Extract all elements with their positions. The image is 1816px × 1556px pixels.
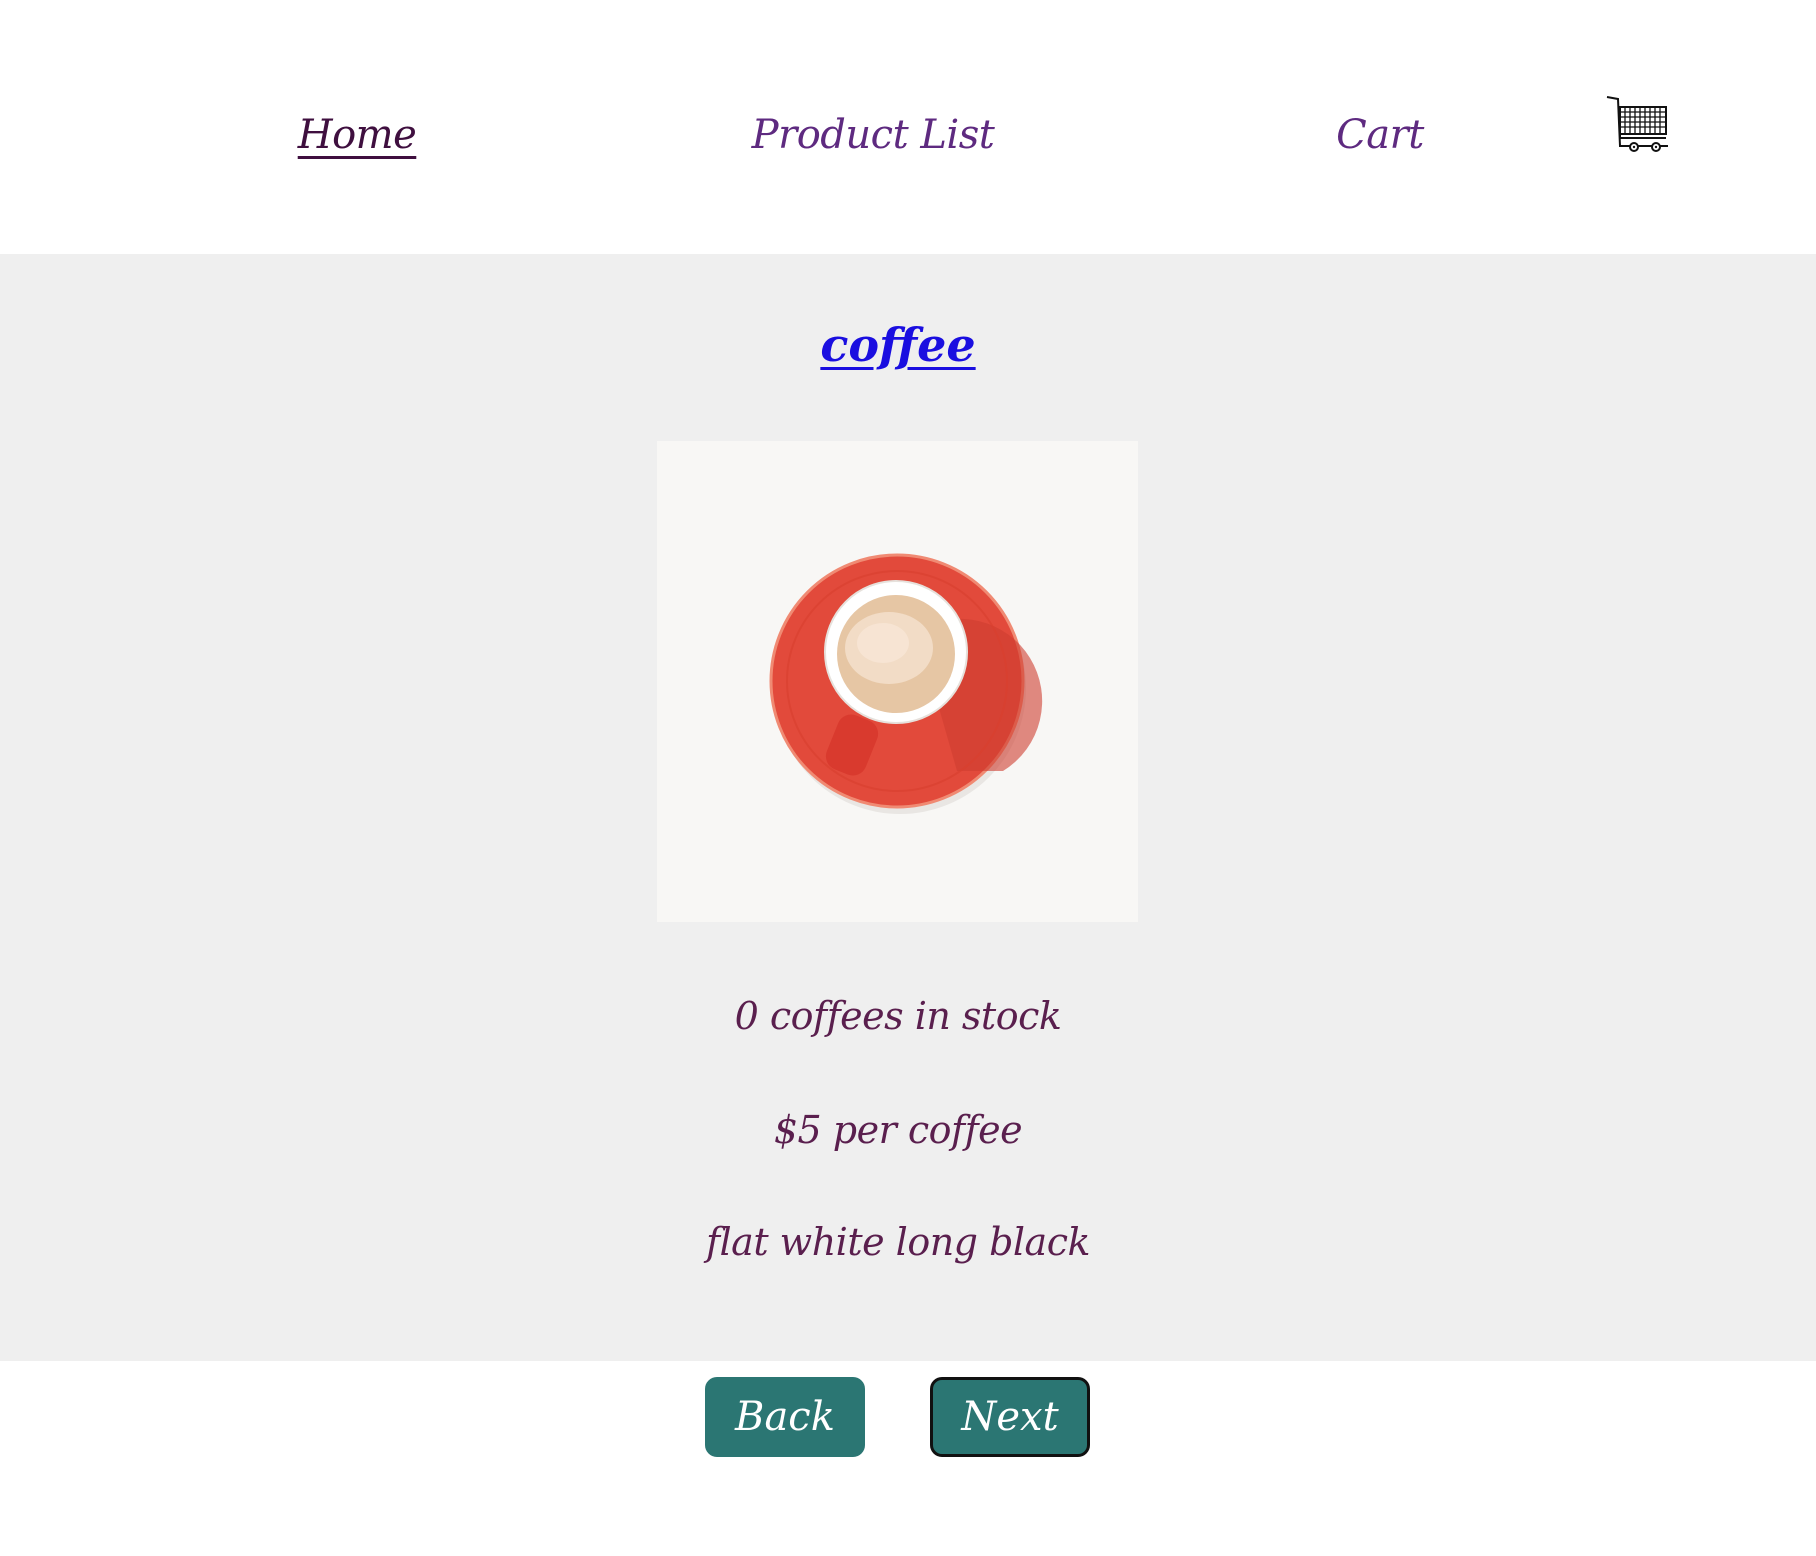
shopping-cart-icon[interactable] bbox=[1606, 94, 1674, 156]
product-detail: coffee 0 coffees in stock $5 per coffee … bbox=[0, 254, 1816, 1361]
back-button[interactable]: Back bbox=[705, 1377, 865, 1457]
description-text: flat white long black bbox=[705, 1220, 1091, 1264]
top-navigation: Home Product List Cart bbox=[0, 0, 1816, 254]
next-button[interactable]: Next bbox=[930, 1377, 1090, 1457]
pagination-bar: Back Next bbox=[0, 1361, 1816, 1556]
nav-home-link[interactable]: Home bbox=[298, 112, 417, 158]
nav-cart-link[interactable]: Cart bbox=[1336, 112, 1424, 158]
price-text: $5 per coffee bbox=[773, 1108, 1023, 1152]
stock-text: 0 coffees in stock bbox=[734, 994, 1062, 1038]
product-title-link[interactable]: coffee bbox=[0, 318, 1796, 372]
nav-product-list-link[interactable]: Product List bbox=[752, 112, 995, 158]
product-image bbox=[657, 441, 1138, 922]
